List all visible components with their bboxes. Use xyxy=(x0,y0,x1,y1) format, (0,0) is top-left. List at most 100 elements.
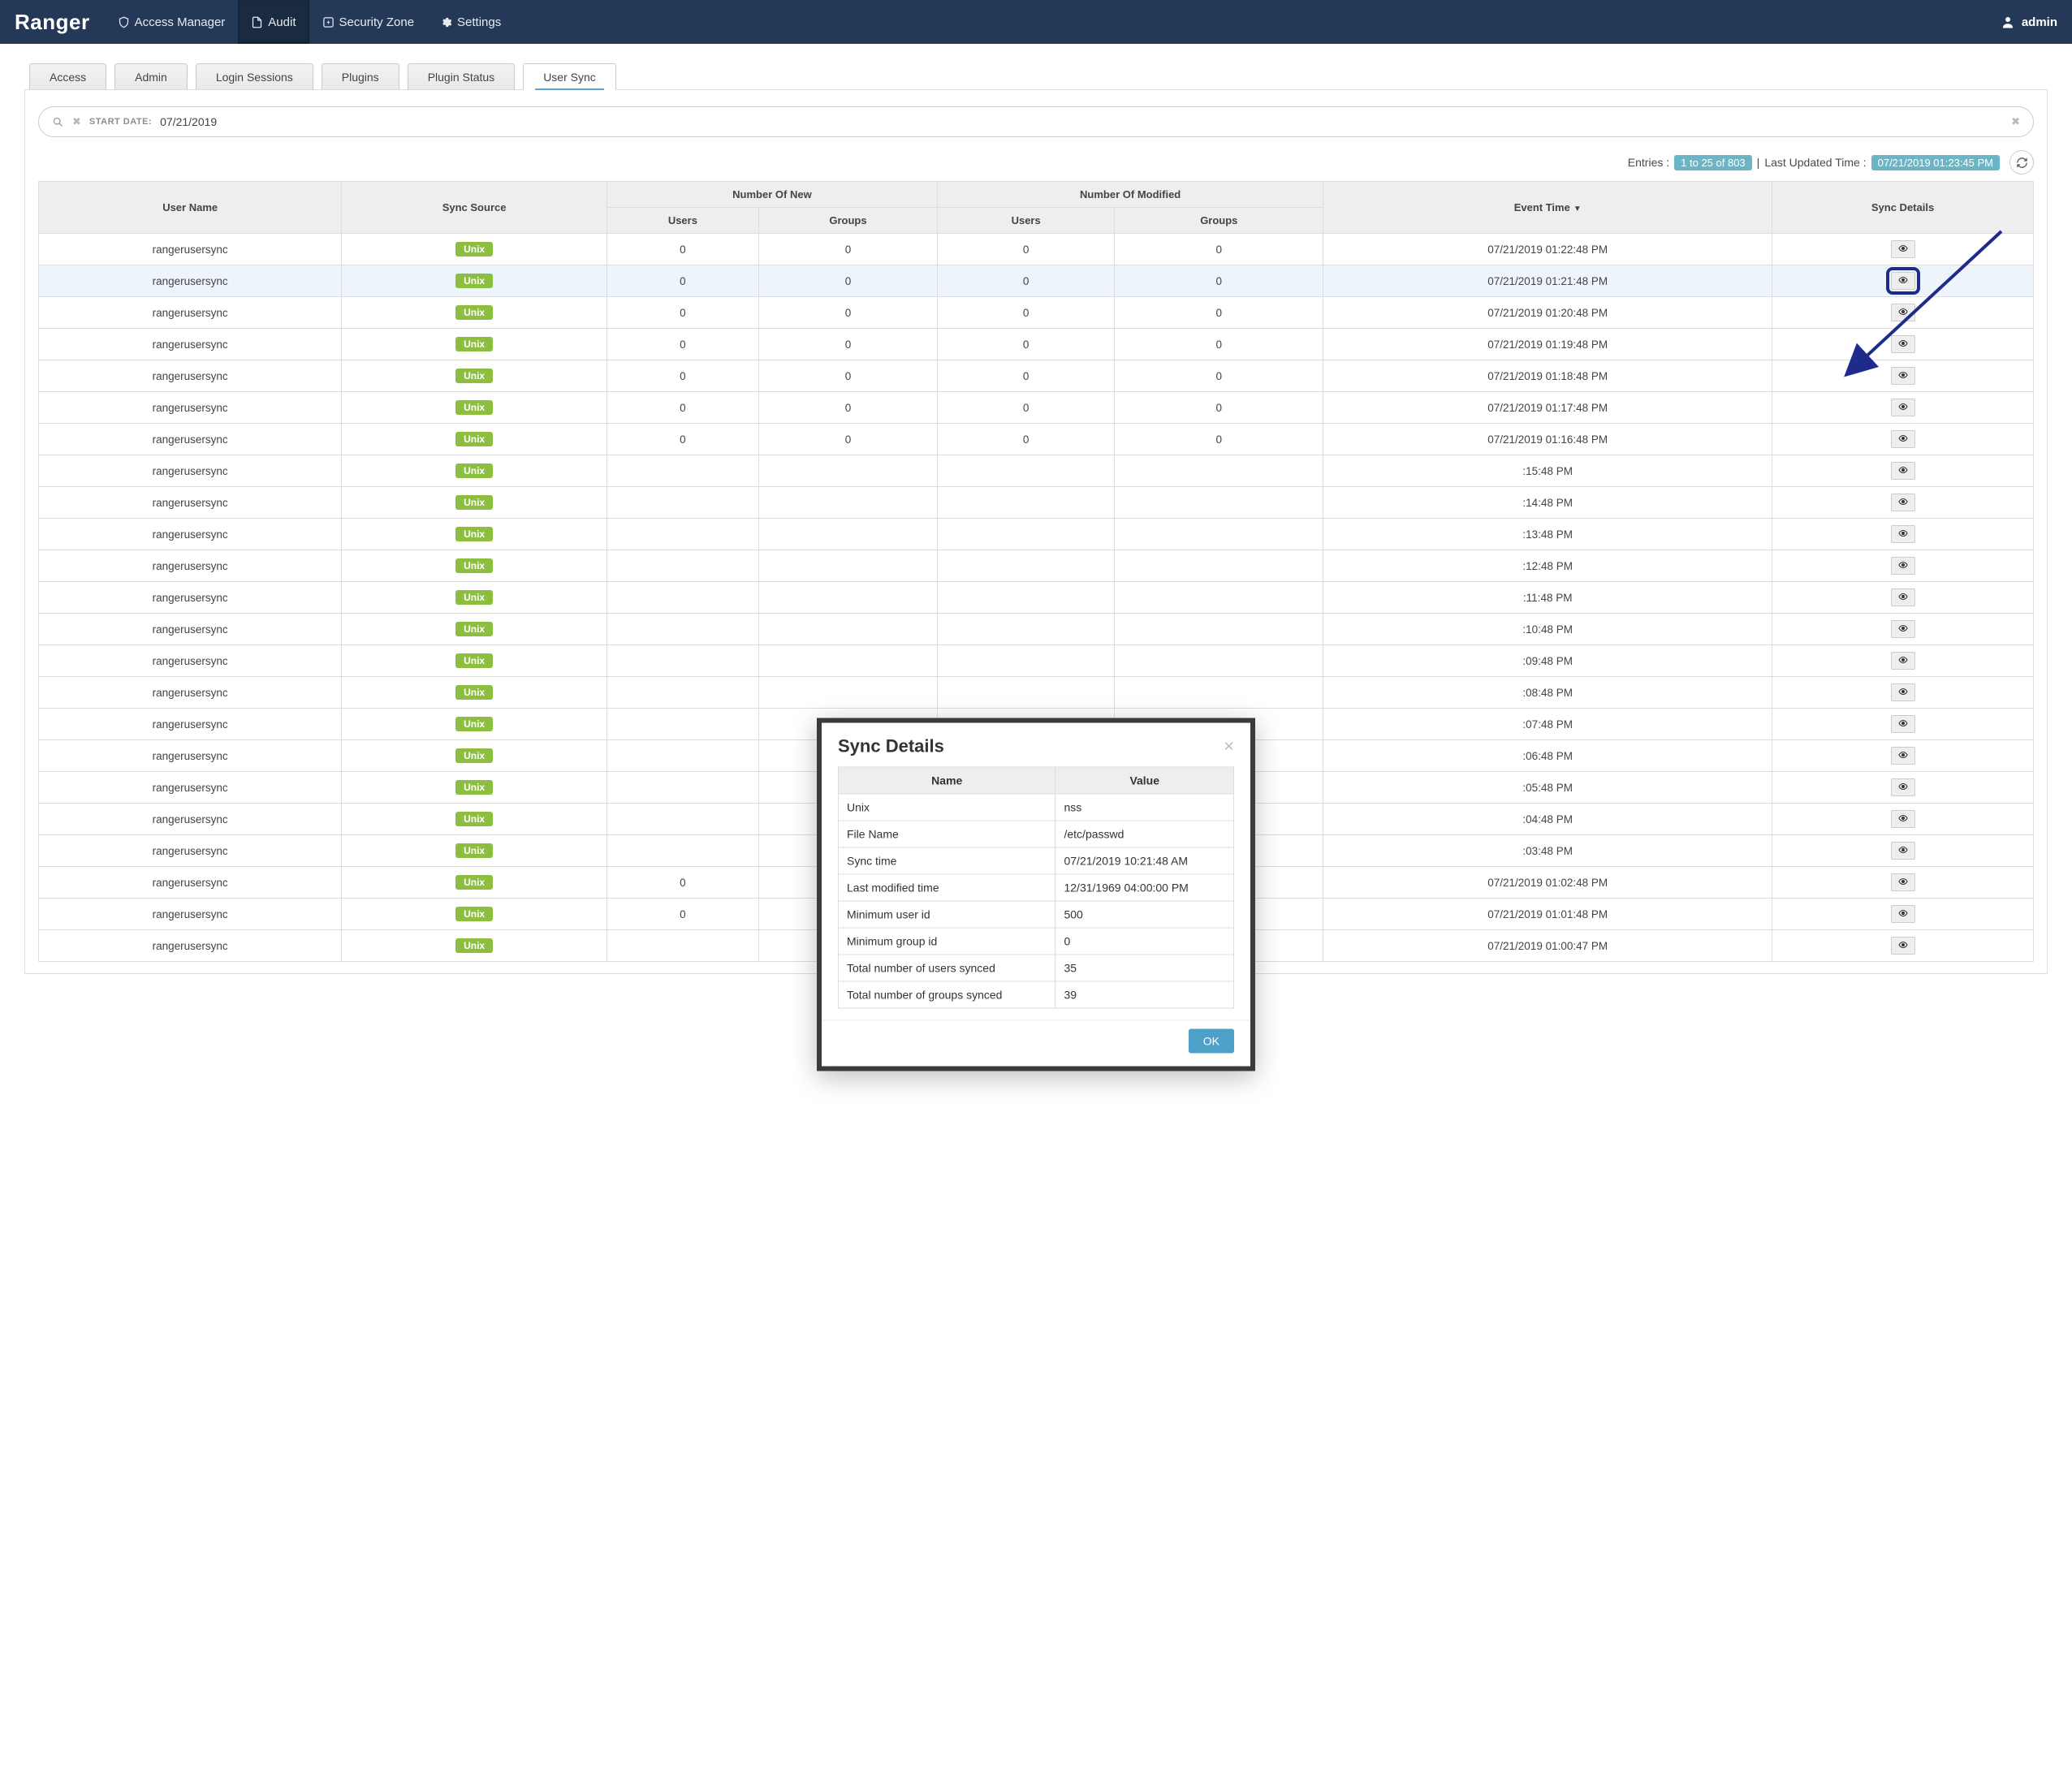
clear-all-icon[interactable]: ✖ xyxy=(2011,115,2020,128)
table-row: rangerusersyncUnix:10:48 PM xyxy=(39,614,2034,645)
search-bar[interactable]: ✖ START DATE: 07/21/2019 ✖ xyxy=(38,106,2034,137)
view-details-button[interactable] xyxy=(1891,588,1915,606)
cell-sync-details xyxy=(1772,455,2034,487)
eye-icon xyxy=(1897,370,1910,382)
view-details-button[interactable] xyxy=(1891,399,1915,416)
table-row: rangerusersyncUnix:12:48 PM xyxy=(39,550,2034,582)
nav-security-zone[interactable]: Security Zone xyxy=(309,0,428,44)
view-details-button[interactable] xyxy=(1891,873,1915,891)
unix-badge: Unix xyxy=(455,938,493,953)
view-details-button[interactable] xyxy=(1891,937,1915,955)
bolt-icon xyxy=(322,16,335,28)
view-details-button[interactable] xyxy=(1891,367,1915,385)
eye-icon xyxy=(1897,655,1910,667)
cell-event-time: :09:48 PM xyxy=(1323,645,1772,677)
unix-badge: Unix xyxy=(455,242,493,256)
view-details-button[interactable] xyxy=(1891,747,1915,765)
clear-filter-icon[interactable]: ✖ xyxy=(72,115,81,128)
tab-admin[interactable]: Admin xyxy=(114,63,188,90)
cell-sync-details xyxy=(1772,265,2034,297)
cell-event-time: :05:48 PM xyxy=(1323,772,1772,804)
cell-new-groups xyxy=(758,645,937,677)
view-details-button[interactable] xyxy=(1891,778,1915,796)
tab-user-sync[interactable]: User Sync xyxy=(523,63,616,90)
view-details-button[interactable] xyxy=(1891,304,1915,321)
col-mod-users[interactable]: Users xyxy=(937,208,1114,234)
view-details-button[interactable] xyxy=(1891,525,1915,543)
cell-new-users xyxy=(606,835,758,867)
table-row: rangerusersyncUnix:09:48 PM xyxy=(39,645,2034,677)
view-details-button[interactable] xyxy=(1891,715,1915,733)
cell-sync-details xyxy=(1772,930,2034,962)
refresh-button[interactable] xyxy=(2009,150,2034,175)
cell-user: rangerusersync xyxy=(39,519,342,550)
cell-sync-source: Unix xyxy=(342,645,607,677)
cell-sync-details xyxy=(1772,899,2034,930)
cell-new-users xyxy=(606,582,758,614)
table-row: rangerusersyncUnix000007/21/2019 01:22:4… xyxy=(39,234,2034,265)
detail-col-value: Value xyxy=(1055,767,1234,794)
ok-button[interactable]: OK xyxy=(1189,1029,1234,1054)
eye-icon xyxy=(1897,528,1910,541)
view-details-button[interactable] xyxy=(1891,240,1915,258)
eye-icon xyxy=(1897,338,1910,351)
cell-mod-users: 0 xyxy=(937,297,1114,329)
view-details-button[interactable] xyxy=(1891,494,1915,511)
cell-mod-groups xyxy=(1115,582,1323,614)
tab-access[interactable]: Access xyxy=(29,63,106,90)
view-details-button[interactable] xyxy=(1891,842,1915,860)
cell-mod-groups: 0 xyxy=(1115,297,1323,329)
cell-mod-groups xyxy=(1115,677,1323,709)
view-details-button[interactable] xyxy=(1891,272,1915,290)
nav-access-manager[interactable]: Access Manager xyxy=(105,0,239,44)
modal-close-icon[interactable]: × xyxy=(1224,736,1234,757)
tab-login-sessions[interactable]: Login Sessions xyxy=(196,63,313,90)
view-details-button[interactable] xyxy=(1891,335,1915,353)
cell-new-groups xyxy=(758,550,937,582)
cell-mod-users: 0 xyxy=(937,392,1114,424)
user-menu[interactable]: admin xyxy=(2001,15,2057,29)
eye-icon xyxy=(1897,908,1910,920)
unix-badge: Unix xyxy=(455,812,493,826)
cell-sync-source: Unix xyxy=(342,835,607,867)
cell-mod-users: 0 xyxy=(937,234,1114,265)
cell-new-users xyxy=(606,519,758,550)
col-new-users[interactable]: Users xyxy=(606,208,758,234)
cell-user: rangerusersync xyxy=(39,740,342,772)
cell-sync-details xyxy=(1772,550,2034,582)
view-details-button[interactable] xyxy=(1891,620,1915,638)
view-details-button[interactable] xyxy=(1891,557,1915,575)
eye-icon xyxy=(1897,940,1910,952)
col-user-name[interactable]: User Name xyxy=(39,182,342,234)
cell-mod-users: 0 xyxy=(937,424,1114,455)
view-details-button[interactable] xyxy=(1891,652,1915,670)
cell-new-users: 0 xyxy=(606,234,758,265)
eye-icon xyxy=(1897,718,1910,731)
col-mod-groups[interactable]: Groups xyxy=(1115,208,1323,234)
tab-plugins[interactable]: Plugins xyxy=(322,63,399,90)
cell-event-time: :15:48 PM xyxy=(1323,455,1772,487)
nav-settings[interactable]: Settings xyxy=(427,0,514,44)
detail-value: nss xyxy=(1055,794,1234,821)
cell-sync-source: Unix xyxy=(342,804,607,835)
nav-audit[interactable]: Audit xyxy=(238,0,309,44)
cell-sync-details xyxy=(1772,297,2034,329)
cell-event-time: :07:48 PM xyxy=(1323,709,1772,740)
shield-icon xyxy=(118,16,130,28)
view-details-button[interactable] xyxy=(1891,462,1915,480)
cell-mod-users xyxy=(937,550,1114,582)
table-row: rangerusersyncUnix:14:48 PM xyxy=(39,487,2034,519)
tab-plugin-status[interactable]: Plugin Status xyxy=(408,63,516,90)
detail-name: Total number of groups synced xyxy=(839,981,1055,1008)
view-details-button[interactable] xyxy=(1891,683,1915,701)
col-sync-source[interactable]: Sync Source xyxy=(342,182,607,234)
detail-name: Minimum group id xyxy=(839,928,1055,955)
cell-sync-source: Unix xyxy=(342,487,607,519)
col-event-time[interactable]: Event Time▼ xyxy=(1323,182,1772,234)
cell-new-users: 0 xyxy=(606,329,758,360)
unix-badge: Unix xyxy=(455,558,493,573)
view-details-button[interactable] xyxy=(1891,430,1915,448)
view-details-button[interactable] xyxy=(1891,905,1915,923)
view-details-button[interactable] xyxy=(1891,810,1915,828)
col-new-groups[interactable]: Groups xyxy=(758,208,937,234)
